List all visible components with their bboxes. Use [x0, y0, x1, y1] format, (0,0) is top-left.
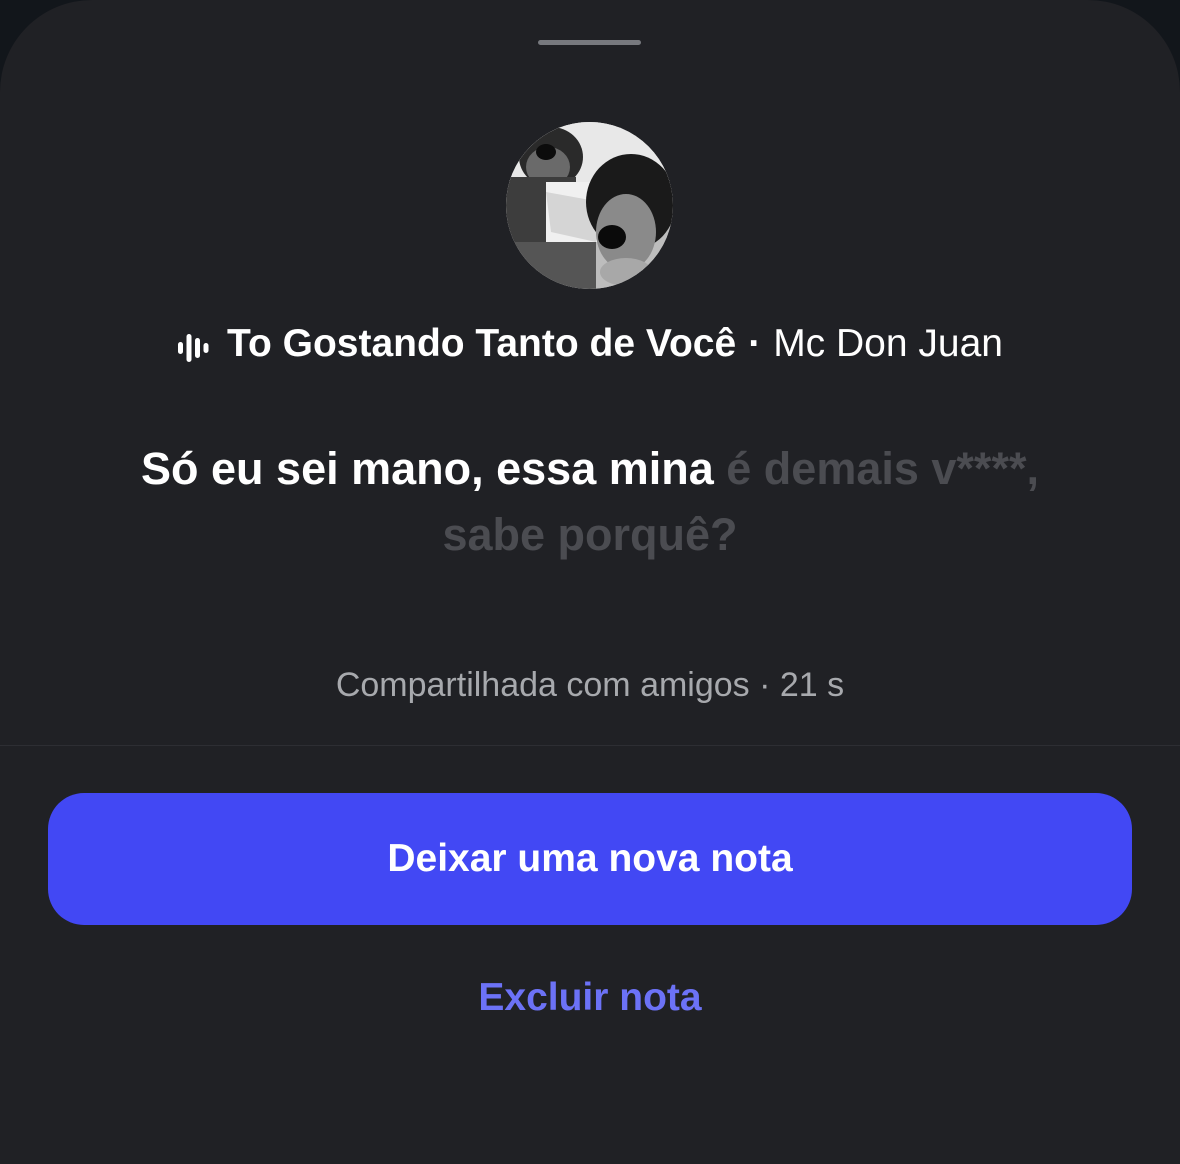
song-separator: · — [748, 322, 762, 365]
audio-waveform-icon — [177, 329, 209, 362]
song-title: To Gostando Tanto de Você — [227, 322, 737, 365]
divider — [0, 745, 1180, 746]
avatar-photo — [506, 122, 673, 289]
leave-new-note-button[interactable]: Deixar uma nova nota — [48, 793, 1132, 925]
note-bottom-sheet: To Gostando Tanto de Você · Mc Don Juan … — [0, 0, 1180, 1164]
lyrics-text: Só eu sei mano, essa mina é demais v****… — [120, 436, 1060, 568]
song-info[interactable]: To Gostando Tanto de Você · Mc Don Juan — [0, 318, 1180, 370]
lyrics-highlighted: Só eu sei mano, essa mina — [141, 443, 714, 494]
sheet-grabber-handle[interactable] — [538, 40, 641, 45]
delete-note-button[interactable]: Excluir nota — [0, 976, 1180, 1020]
audience-status: Compartilhada com amigos · 21 s — [335, 666, 845, 704]
avatar — [506, 122, 673, 289]
song-artist: Mc Don Juan — [773, 322, 1003, 365]
